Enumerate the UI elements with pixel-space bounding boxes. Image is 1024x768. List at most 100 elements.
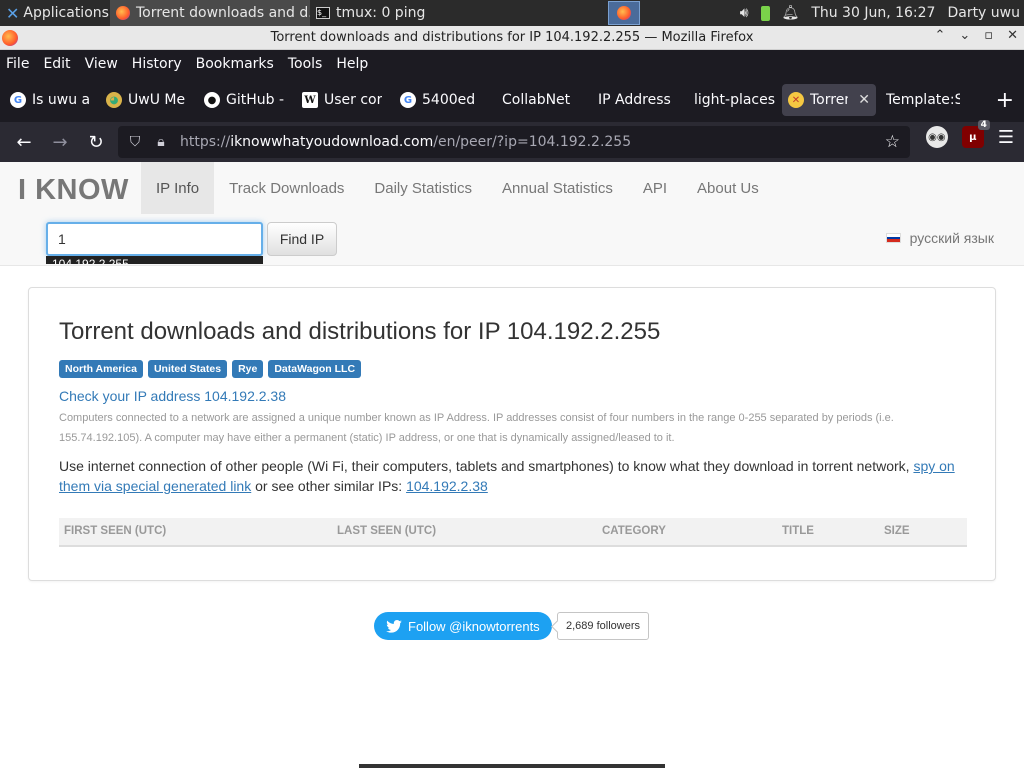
- twitter-bird-icon: [386, 619, 402, 633]
- usage-paragraph: Use internet connection of other people …: [59, 456, 969, 496]
- wikipedia-icon: W: [302, 92, 318, 108]
- tab-label: CollabNet: [502, 92, 571, 108]
- tab-label: Is uwu a: [32, 92, 91, 108]
- find-ip-button[interactable]: Find IP: [267, 222, 337, 256]
- xfce-logo-icon: ✕: [6, 3, 20, 23]
- ublock-origin-icon[interactable]: μ4: [961, 120, 990, 148]
- torrent-icon: ✕: [788, 92, 804, 108]
- tab-label: Template:S: [886, 92, 960, 108]
- col-first-seen[interactable]: FIRST SEEN (UTC): [64, 525, 166, 537]
- github-icon: ●: [204, 92, 220, 108]
- menu-edit[interactable]: Edit: [43, 56, 70, 72]
- tab-collabnet[interactable]: CollabNet: [490, 84, 588, 116]
- twitter-follow-button[interactable]: Follow @iknowtorrents: [374, 612, 552, 640]
- lock-icon[interactable]: 🔒︎: [148, 134, 174, 150]
- similar-ip-link[interactable]: 104.192.2.38: [406, 478, 488, 494]
- tab-github[interactable]: ● GitHub -: [198, 84, 296, 116]
- minimize-icon[interactable]: ⌄: [959, 28, 970, 43]
- firefox-icon: [116, 6, 130, 20]
- nav-about-us[interactable]: About Us: [682, 162, 774, 214]
- tab-label: User cor: [324, 92, 383, 108]
- web-page: I KNOW IP Info Track Downloads Daily Sta…: [0, 162, 1024, 768]
- volume-icon[interactable]: 🔊︎: [740, 5, 749, 21]
- col-last-seen[interactable]: LAST SEEN (UTC): [337, 525, 436, 537]
- url-prefix: https://: [180, 134, 231, 150]
- maximize-icon[interactable]: ▫: [984, 28, 993, 43]
- nav-ip-info[interactable]: IP Info: [141, 162, 215, 214]
- tab-label: IP Address: [598, 92, 671, 108]
- new-tab-plus-icon[interactable]: +: [996, 88, 1014, 113]
- follow-label: Follow @iknowtorrents: [408, 618, 540, 634]
- site-nav-links: IP Info Track Downloads Daily Statistics…: [141, 162, 774, 214]
- tab-google-5400[interactable]: G 5400ed: [394, 84, 490, 116]
- col-size[interactable]: SIZE: [884, 525, 910, 537]
- uwu-icon: ◕: [106, 92, 122, 108]
- close-tab-icon[interactable]: ✕: [858, 92, 870, 108]
- menu-tools[interactable]: Tools: [288, 56, 323, 72]
- tag-city: Rye: [232, 360, 264, 378]
- col-category[interactable]: CATEGORY: [602, 525, 666, 537]
- menu-bookmarks[interactable]: Bookmarks: [196, 56, 274, 72]
- bookmark-star-icon[interactable]: ☆: [885, 132, 900, 152]
- tab-ip-address[interactable]: IP Address: [588, 84, 686, 116]
- nav-track-downloads[interactable]: Track Downloads: [214, 162, 359, 214]
- tab-strip: G Is uwu a ◕ UwU Me ● GitHub - W User co…: [0, 78, 1024, 122]
- tab-template[interactable]: Template:S: [876, 84, 966, 116]
- usage-text: Use internet connection of other people …: [59, 458, 914, 474]
- location-tags: North America United States Rye DataWago…: [59, 360, 362, 378]
- ip-search-input[interactable]: [46, 222, 263, 256]
- menu-file[interactable]: File: [6, 56, 29, 72]
- clock[interactable]: Thu 30 Jun, 16:27: [811, 5, 935, 21]
- ip-explanation-text: Computers connected to a network are ass…: [59, 412, 894, 444]
- ip-info-panel: Torrent downloads and distributions for …: [28, 287, 996, 581]
- applications-menu[interactable]: ✕ Applications: [0, 0, 110, 26]
- shield-icon[interactable]: ⛉: [122, 134, 148, 150]
- nav-api[interactable]: API: [628, 162, 682, 214]
- tab-wikipedia-user[interactable]: W User cor: [296, 84, 394, 116]
- applications-label: Applications: [23, 5, 109, 21]
- nav-annual-statistics[interactable]: Annual Statistics: [487, 162, 628, 214]
- user-name[interactable]: Darty uwu: [947, 5, 1020, 21]
- tab-label: light-places: [694, 92, 776, 108]
- tab-torrent-active[interactable]: ✕ Torren ✕: [782, 84, 876, 116]
- tab-light-places[interactable]: light-places: [686, 84, 782, 116]
- tab-google-uwu[interactable]: G Is uwu a: [4, 84, 100, 116]
- navigation-toolbar: ← → ↻ ⛉ 🔒︎ https://iknowwhatyoudownload.…: [0, 120, 1024, 162]
- forward-arrow-icon[interactable]: →: [42, 126, 78, 158]
- extension-face-icon[interactable]: ◉◉: [925, 126, 948, 148]
- menu-bar: File Edit View History Bookmarks Tools H…: [0, 50, 1024, 78]
- menu-view[interactable]: View: [85, 56, 118, 72]
- taskbar-firefox[interactable]: Torrent downloads and d...: [110, 0, 310, 26]
- check-your-ip-link[interactable]: Check your IP address 104.192.2.38: [59, 388, 286, 404]
- window-shade-icon[interactable]: ⌃: [934, 28, 945, 43]
- google-icon: G: [400, 92, 416, 108]
- hamburger-menu-icon[interactable]: ☰: [998, 127, 1014, 148]
- menu-help[interactable]: Help: [336, 56, 368, 72]
- reload-icon[interactable]: ↻: [78, 126, 114, 158]
- tab-uwu-meaning[interactable]: ◕ UwU Me: [100, 84, 198, 116]
- url-text[interactable]: https://iknowwhatyoudownload.com/en/peer…: [180, 134, 631, 150]
- battery-icon[interactable]: [760, 5, 770, 21]
- back-arrow-icon[interactable]: ←: [6, 126, 42, 158]
- taskbar-tmux[interactable]: $_ tmux: 0 ping: [310, 0, 510, 26]
- russian-flag-icon: [885, 233, 901, 243]
- language-switch[interactable]: русский язык: [885, 230, 994, 246]
- window-titlebar: Torrent downloads and distributions for …: [0, 26, 1024, 50]
- close-window-icon[interactable]: ✕: [1007, 28, 1018, 43]
- menu-history[interactable]: History: [132, 56, 182, 72]
- autocomplete-dropdown[interactable]: 104.192.2.255: [46, 256, 263, 264]
- bottom-scroll-bar: [359, 764, 665, 768]
- nav-daily-statistics[interactable]: Daily Statistics: [359, 162, 487, 214]
- site-navbar: I KNOW IP Info Track Downloads Daily Sta…: [0, 162, 1024, 266]
- url-domain: iknowwhatyoudownload.com: [230, 134, 434, 150]
- notification-bell-icon[interactable]: 🔔︎: [782, 5, 800, 21]
- url-bar[interactable]: ⛉ 🔒︎ https://iknowwhatyoudownload.com/en…: [118, 126, 910, 158]
- tab-label: 5400ed: [422, 92, 476, 108]
- workspace-firefox-button[interactable]: [607, 1, 640, 25]
- taskbar-tmux-label: tmux: 0 ping: [336, 5, 426, 21]
- site-brand[interactable]: I KNOW: [18, 174, 129, 207]
- tab-label: GitHub -: [226, 92, 285, 108]
- followers-count[interactable]: 2,689 followers: [557, 612, 649, 640]
- usage-text: or see other similar IPs:: [251, 478, 407, 494]
- col-title[interactable]: TITLE: [782, 525, 814, 537]
